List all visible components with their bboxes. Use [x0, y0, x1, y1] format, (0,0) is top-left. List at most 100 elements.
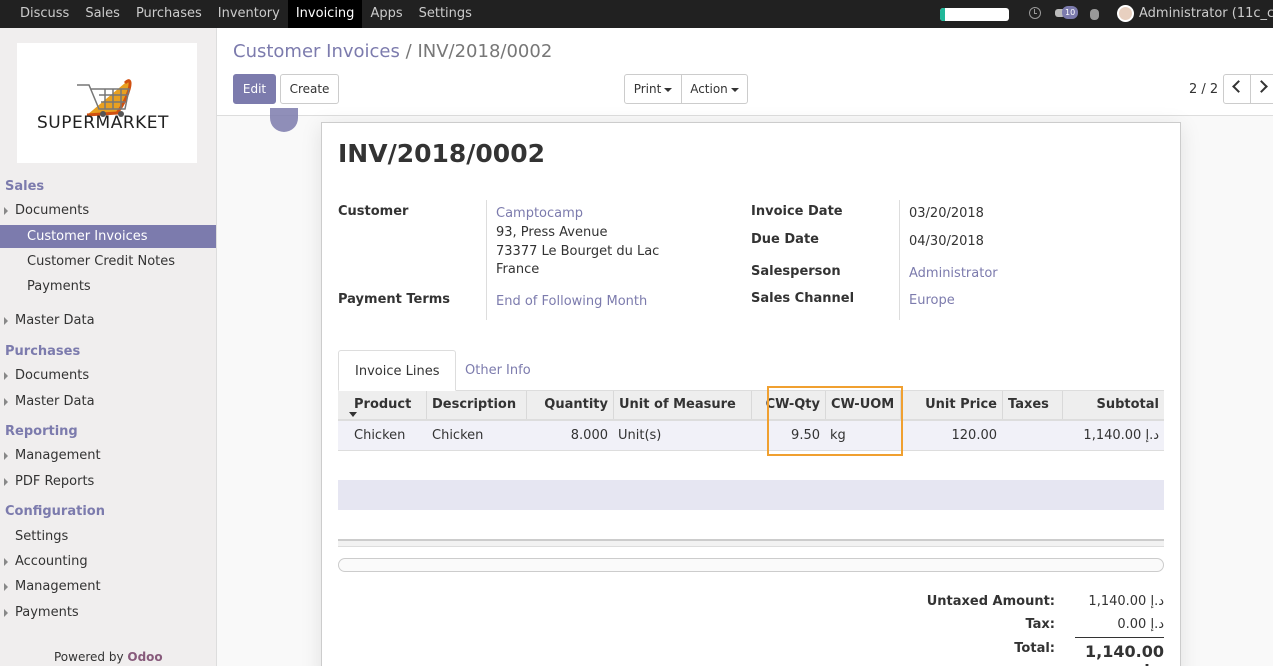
sidebar-item-sales-master-data[interactable]: Master Data [0, 309, 216, 332]
sidebar-item-customer-credit-notes[interactable]: Customer Credit Notes [0, 250, 216, 273]
sales-channel-link[interactable]: Europe [909, 293, 955, 308]
user-avatar[interactable] [1117, 5, 1134, 22]
col-quantity[interactable]: Quantity [526, 391, 613, 419]
tax-value: 0.00 د.إ [1117, 617, 1164, 632]
customer-address-line: 93, Press Avenue [496, 225, 608, 240]
caret-right-icon [4, 478, 8, 486]
progress-bar[interactable] [940, 8, 1009, 21]
cell-subtotal: 1,140.00 د.إ [1083, 428, 1159, 443]
edit-button[interactable]: Edit [233, 74, 276, 104]
cell-unit-price: 120.00 [951, 428, 998, 443]
invoice-date-value: 03/20/2018 [909, 206, 984, 221]
tax-label: Tax: [1025, 617, 1055, 632]
pager-next-button[interactable] [1250, 74, 1273, 104]
odoo-link[interactable]: Odoo [127, 650, 162, 664]
tab-other-info[interactable]: Other Info [449, 350, 547, 391]
action-dropdown[interactable]: Action [681, 74, 748, 104]
sidebar-item-management[interactable]: Management [0, 444, 216, 467]
customer-link[interactable]: Camptocamp [496, 206, 583, 221]
progress-fill [940, 8, 945, 21]
caret-right-icon [4, 398, 8, 406]
sort-down-icon [349, 412, 357, 417]
sidebar-item-purchases-master-data[interactable]: Master Data [0, 390, 216, 413]
sidebar-item-customer-invoices[interactable]: Customer Invoices [0, 225, 216, 248]
caret-right-icon [4, 317, 8, 325]
salesperson-label: Salesperson [751, 264, 841, 279]
caret-right-icon [4, 372, 8, 380]
sidebar-item-label: Master Data [15, 394, 95, 409]
chevron-left-icon [1232, 80, 1245, 93]
pager-value[interactable]: 2 / 2 [1189, 82, 1218, 97]
sidebar-item-label: Management [15, 448, 101, 463]
company-logo: SUPERMARKET [17, 43, 197, 163]
customer-label: Customer [338, 204, 409, 219]
sidebar-item-config-management[interactable]: Management [0, 575, 216, 598]
table-row[interactable]: Chicken Chicken 8.000 Unit(s) 9.50 kg 12… [338, 421, 1164, 451]
activity-clock-icon[interactable] [1029, 7, 1041, 19]
breadcrumb-current: INV/2018/0002 [417, 41, 553, 62]
col-description[interactable]: Description [426, 391, 526, 419]
sidebar-item-label: PDF Reports [15, 474, 95, 489]
sidebar-item-pdf-reports[interactable]: PDF Reports [0, 470, 216, 493]
total-label: Total: [1014, 641, 1055, 656]
menu-purchases[interactable]: Purchases [128, 0, 210, 28]
payment-terms-link[interactable]: End of Following Month [496, 294, 647, 309]
menu-invoicing[interactable]: Invoicing [287, 0, 363, 28]
cell-product: Chicken [354, 428, 406, 443]
col-taxes[interactable]: Taxes [1002, 391, 1062, 419]
sidebar-item-settings[interactable]: Settings [0, 525, 216, 548]
print-label: Print [633, 82, 662, 96]
col-product[interactable]: Product [349, 391, 426, 419]
chevron-right-icon [1255, 80, 1268, 93]
salesperson-link[interactable]: Administrator [909, 266, 998, 281]
cell-taxes [1002, 421, 1062, 450]
sidebar-item-config-payments[interactable]: Payments [0, 601, 216, 624]
sidebar-item-sales-documents[interactable]: Documents [0, 199, 216, 222]
table-footer-divider [338, 539, 1164, 547]
sidebar-item-payments[interactable]: Payments [0, 275, 216, 298]
section-sales: Sales [5, 179, 45, 194]
col-subtotal[interactable]: Subtotal [1062, 391, 1164, 419]
sidebar-item-label: Accounting [15, 554, 88, 569]
sidebar-item-label: Settings [15, 529, 69, 544]
section-purchases: Purchases [5, 344, 81, 359]
sidebar-item-label: Documents [15, 368, 90, 383]
col-unit-of-measure[interactable]: Unit of Measure [613, 391, 751, 419]
menu-discuss[interactable]: Discuss [12, 0, 77, 28]
menu-inventory[interactable]: Inventory [210, 0, 288, 28]
action-label: Action [690, 82, 728, 96]
due-date-value: 04/30/2018 [909, 234, 984, 249]
notebook-tabs: Invoice Lines Other Info [338, 350, 1164, 391]
catch-weight-highlight [767, 386, 903, 456]
col-unit-price[interactable]: Unit Price [900, 391, 1002, 419]
sidebar-item-accounting[interactable]: Accounting [0, 550, 216, 573]
powered-by-text: Powered by [54, 650, 124, 664]
create-button[interactable]: Create [280, 74, 339, 104]
caret-right-icon [4, 452, 8, 460]
top-navbar: Discuss Sales Purchases Inventory Invoic… [0, 0, 1273, 28]
shopping-cart-icon [77, 79, 132, 117]
chat-count-badge: 10 [1062, 6, 1079, 19]
user-menu[interactable]: Administrator (11c_cat... [1139, 0, 1273, 28]
field-divider [486, 200, 487, 320]
horizontal-scrollbar[interactable] [338, 558, 1164, 572]
debug-bug-icon[interactable] [1090, 9, 1099, 20]
empty-row-band [338, 480, 1164, 510]
menu-settings[interactable]: Settings [411, 0, 480, 28]
sidebar-item-purchases-documents[interactable]: Documents [0, 364, 216, 387]
print-dropdown[interactable]: Print [624, 74, 682, 104]
menu-apps[interactable]: Apps [362, 0, 410, 28]
menu-sales[interactable]: Sales [77, 0, 128, 28]
caret-right-icon [4, 609, 8, 617]
pager-previous-button[interactable] [1223, 74, 1251, 104]
logo-text: SUPERMARKET [37, 113, 169, 133]
tab-invoice-lines[interactable]: Invoice Lines [338, 350, 457, 391]
cell-description: Chicken [432, 428, 484, 443]
section-reporting: Reporting [5, 424, 78, 439]
field-divider [899, 200, 900, 320]
caret-right-icon [4, 207, 8, 215]
breadcrumb-parent[interactable]: Customer Invoices [233, 41, 400, 62]
lines-table-header: Product Description Quantity Unit of Mea… [338, 391, 1164, 421]
chevron-down-icon [730, 87, 739, 92]
cell-quantity: 8.000 [570, 428, 608, 443]
